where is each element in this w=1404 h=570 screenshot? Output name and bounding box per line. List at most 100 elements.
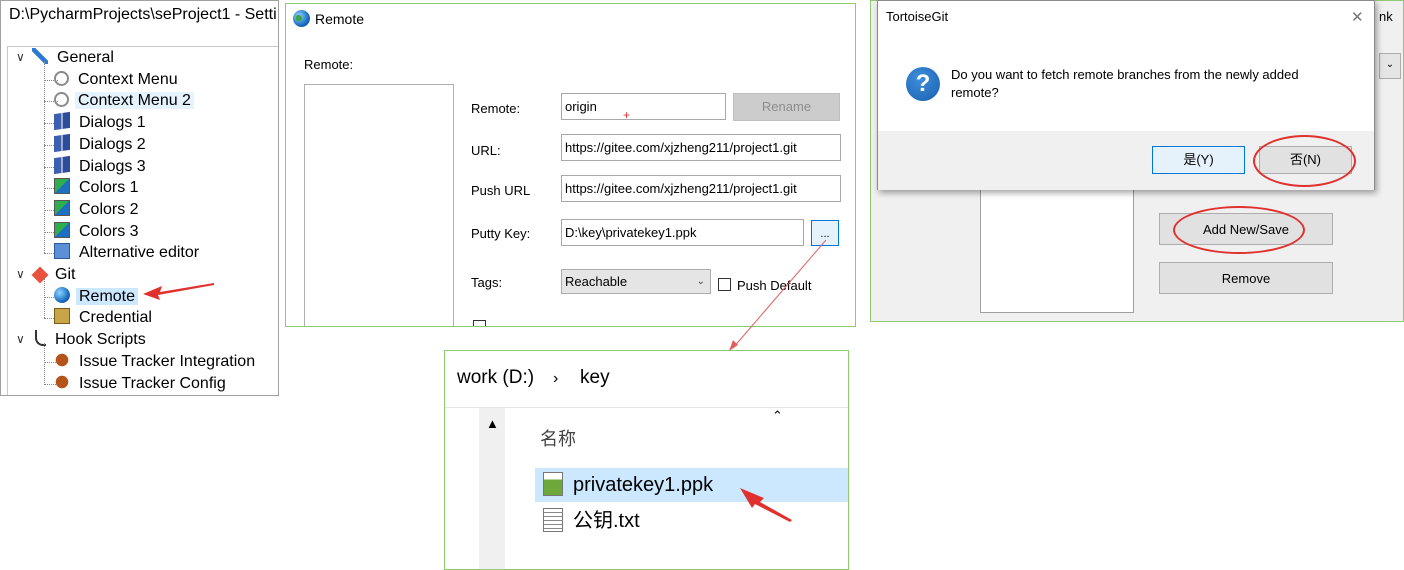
yes-button[interactable]: 是(Y) — [1152, 146, 1245, 174]
tree-item-dialogs-1[interactable]: Dialogs 1 — [54, 111, 149, 133]
git-icon — [31, 266, 49, 284]
dialog-message: Do you want to fetch remote branches fro… — [951, 67, 1299, 100]
remote-name-label: Remote: — [471, 101, 521, 116]
tree-item-dialogs-2[interactable]: Dialogs 2 — [54, 133, 149, 155]
tree-item-issue-tracker-integration[interactable]: Issue Tracker Integration — [54, 351, 258, 372]
globe-icon — [54, 286, 70, 303]
breadcrumb-drive[interactable]: work (D:) — [457, 367, 534, 389]
tags-select-value: Reachable — [565, 274, 628, 289]
tree-item-context-menu-2[interactable]: Context Menu 2 — [54, 90, 194, 111]
editor-icon — [54, 243, 70, 260]
background-listbox[interactable] — [980, 189, 1134, 313]
push-default-label: Push Default — [737, 278, 812, 293]
remote-listbox[interactable] — [304, 84, 454, 326]
tree-item-dialogs-3[interactable]: Dialogs 3 — [54, 155, 149, 177]
question-icon: ? — [906, 67, 940, 101]
windows-icon — [54, 111, 70, 131]
browse-key-button[interactable]: ... — [811, 220, 839, 246]
remote-titlebar: Remote — [286, 4, 855, 34]
bug-icon — [54, 373, 70, 390]
tree-expander-icon[interactable]: ∨ — [16, 50, 25, 64]
tree-item-credential[interactable]: Credential — [54, 307, 155, 328]
push-default-checkbox[interactable] — [718, 278, 731, 291]
tags-select[interactable]: Reachable ⌄ — [561, 269, 711, 294]
push-url-input[interactable]: https://gitee.com/xjzheng211/project1.gi… — [561, 175, 841, 202]
tree-expander-icon[interactable]: ∨ — [16, 267, 25, 281]
gear-icon — [54, 70, 69, 86]
settings-tree: ∨ General Context Menu Context Menu 2 Dialog… — [7, 46, 278, 395]
tree-item-context-menu[interactable]: Context Menu — [54, 69, 181, 90]
dialog-title: TortoiseGit — [886, 9, 949, 24]
sort-chevron-icon: ⌃ — [772, 408, 783, 423]
tree-item-colors-1[interactable]: Colors 1 — [54, 177, 142, 198]
windows-icon — [54, 133, 70, 152]
tree-item-label: Dialogs 1 — [79, 114, 146, 132]
file-name: 公钥.txt — [573, 510, 640, 532]
partial-checkbox[interactable] — [473, 320, 486, 326]
tree-item-label: Issue Tracker Config — [79, 374, 226, 392]
palette-icon — [54, 199, 70, 216]
rename-button[interactable]: Rename — [733, 93, 840, 121]
file-item[interactable]: privatekey1.ppk — [535, 468, 848, 502]
breadcrumb: work (D:) › key — [445, 351, 848, 408]
tree-item-label: Colors 1 — [79, 179, 139, 197]
tree-item-label: Remote — [76, 287, 139, 305]
tree-item-label: Colors 2 — [79, 200, 139, 218]
globe-icon — [293, 10, 310, 27]
tree-item-label: Dialogs 3 — [79, 157, 146, 175]
tree-item-alternative-editor[interactable]: Alternative editor — [54, 242, 202, 263]
tree-item-hook-scripts[interactable]: Hook Scripts — [32, 329, 149, 350]
tree-item-remote[interactable]: Remote — [54, 286, 139, 307]
putty-key-input[interactable]: D:\key\privatekey1.ppk — [561, 219, 804, 246]
tree-item-colors-3[interactable]: Colors 3 — [54, 221, 142, 242]
ppk-file-icon — [543, 472, 563, 496]
tree-item-git[interactable]: Git — [31, 264, 78, 285]
file-explorer-panel: work (D:) › key ▲ ⌃ 名称 privatekey1.ppk 公钥… — [444, 350, 849, 570]
tree-connector — [44, 60, 45, 254]
url-input[interactable]: https://gitee.com/xjzheng211/project1.gi… — [561, 134, 841, 161]
background-combo[interactable]: ⌄ — [1379, 53, 1401, 79]
text-file-icon — [543, 508, 563, 532]
tree-item-label: Issue Tracker Integration — [79, 352, 256, 370]
remote-page-title: Remote — [315, 11, 365, 27]
settings-tree-panel: D:\PycharmProjects\seProject1 - Setti ∨ G… — [0, 0, 279, 396]
text-cursor-marker: + — [623, 108, 631, 122]
column-header-name[interactable]: 名称 — [540, 425, 576, 451]
add-new-save-button[interactable]: Add New/Save — [1159, 213, 1333, 245]
windows-icon — [54, 155, 70, 174]
no-button[interactable]: 否(N) — [1259, 146, 1352, 174]
file-item[interactable]: 公钥.txt — [535, 504, 848, 538]
tree-item-label: Git — [55, 266, 76, 283]
remove-button[interactable]: Remove — [1159, 262, 1333, 294]
tree-expander-icon[interactable]: ∨ — [16, 332, 25, 346]
tree-item-label: Alternative editor — [79, 244, 200, 262]
tree-item-colors-2[interactable]: Colors 2 — [54, 199, 142, 220]
push-url-label: Push URL — [471, 183, 531, 198]
wrench-icon — [32, 48, 48, 64]
url-label: URL: — [471, 143, 501, 158]
palette-icon — [54, 178, 70, 195]
tree-item-label: General — [57, 49, 114, 66]
palette-icon — [54, 221, 70, 238]
tree-item-label: Context Menu 2 — [75, 92, 194, 110]
vertical-scrollbar[interactable]: ▲ — [479, 408, 505, 569]
file-name: privatekey1.ppk — [573, 474, 714, 496]
dialog-footer: 是(Y) 否(N) — [878, 131, 1374, 190]
tree-item-label: Hook Scripts — [55, 331, 146, 349]
credential-icon — [54, 308, 70, 325]
breadcrumb-folder[interactable]: key — [580, 367, 610, 389]
gear-icon — [54, 92, 69, 108]
tree-item-issue-tracker-config[interactable]: Issue Tracker Config — [54, 373, 229, 394]
tags-label: Tags: — [471, 275, 503, 290]
tree-connector — [44, 277, 45, 319]
remote-name-input[interactable]: origin — [561, 93, 726, 120]
scroll-up-icon[interactable]: ▲ — [486, 416, 499, 431]
tree-connector — [44, 342, 45, 384]
putty-key-label: Putty Key: — [471, 226, 531, 241]
tortoisegit-dialog: TortoiseGit ✕ ? Do you want to fetch rem… — [877, 0, 1375, 190]
close-icon[interactable]: ✕ — [1351, 8, 1364, 26]
background-text-fragment: nk — [1379, 9, 1393, 24]
chevron-right-icon: › — [553, 370, 559, 387]
tree-item-label: Credential — [79, 309, 152, 327]
tree-item-label: Context Menu — [78, 70, 178, 88]
